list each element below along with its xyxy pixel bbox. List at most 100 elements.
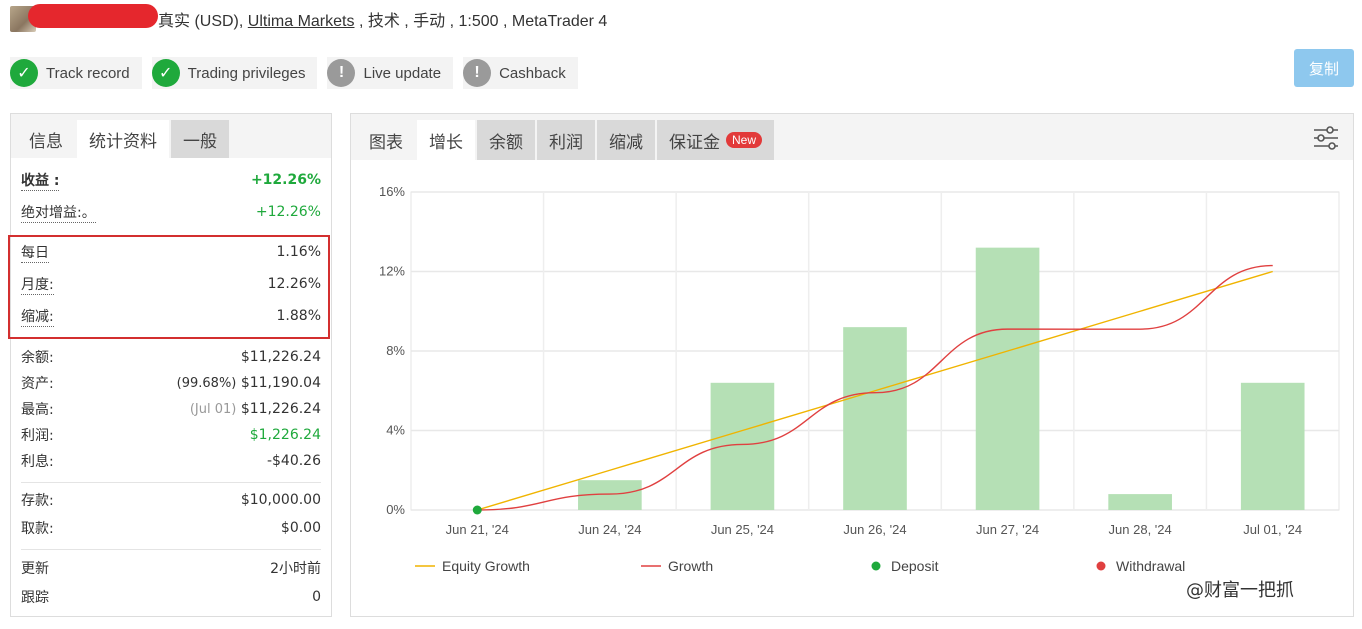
tab-margin[interactable]: 保证金 New [657,120,775,160]
check-icon: ✓ [151,59,180,87]
stats-panel: 信息 统计资料 一般 收益 : +12.26% 绝对增益:。 +12.26% 每… [8,113,332,617]
stat-label: 利润: [21,428,54,444]
y-tick-label: 0% [386,502,405,517]
legend-label: Growth [668,558,713,574]
stat-label: 跟踪 [21,590,49,606]
chart-tabs: 图表 增长 余额 利润 缩减 保证金 New [351,114,1353,160]
badge-live-update: ! Live update [327,57,454,89]
stat-updated: 更新 2小时前 [21,552,321,584]
stat-value: +12.26% [250,172,321,188]
stat-value: 2小时前 [270,561,321,577]
stat-label: 最高: [21,402,54,418]
y-tick-label: 16% [379,184,405,199]
tab-general[interactable]: 一般 [171,120,229,158]
copy-button[interactable]: 复制 [1294,49,1354,87]
growth-bar [1108,494,1172,510]
badge-label: Cashback [499,64,566,82]
stat-profit: 利润: $1,226.24 [21,422,321,448]
account-header: 真实 (USD), Ultima Markets , 技术 , 手动 , 1:5… [10,4,710,34]
tab-profit[interactable]: 利润 [537,120,595,160]
exclamation-icon: ! [463,59,492,87]
y-tick-label: 12% [379,264,405,279]
check-icon: ✓ [10,59,38,87]
tab-balance[interactable]: 余额 [477,120,535,160]
x-tick-label: Jul 01, '24 [1243,522,1302,537]
tab-info[interactable]: 信息 [17,120,75,158]
y-tick-label: 4% [386,423,405,438]
account-details: , 技术 , 手动 , 1:500 , MetaTrader 4 [358,13,608,30]
watermark: @财富一把抓 [1186,580,1294,601]
account-type: 真实 (USD), [158,13,244,30]
tab-drawdown[interactable]: 缩减 [597,120,655,160]
stat-label: 利息: [21,454,54,470]
stat-label: 余额: [21,350,54,366]
stat-value: $10,000.00 [240,492,321,508]
x-tick-label: Jun 25, '24 [711,522,774,537]
highest-date: (Jul 01) [189,402,237,417]
x-tick-label: Jun 27, '24 [976,522,1039,537]
tab-statistics[interactable]: 统计资料 [77,120,169,158]
status-badges: ✓ Track record ✓ Trading privileges ! Li… [10,57,578,89]
stats-list: 收益 : +12.26% 绝对增益:。 +12.26% 每日 1.16% 月度:… [11,164,331,610]
badge-label: Live update [363,64,442,82]
stat-deposits: 存款: $10,000.00 [21,485,321,515]
redacted-account-name [28,4,158,28]
account-info: 真实 (USD), Ultima Markets , 技术 , 手动 , 1:5… [158,7,607,31]
tab-growth[interactable]: 增长 [417,120,475,160]
growth-chart: 0% 4% 8% 12% 16% Jun 21, '24 Jun 24, '24 Jun 25… [379,184,1340,574]
stat-value: -$40.26 [266,453,321,469]
legend-dot-swatch [871,561,881,571]
stat-label: 资产: [21,376,54,392]
stat-value: (99.68%) $11,190.04 [177,375,321,391]
stat-tracking: 跟踪 0 [21,584,321,610]
divider [21,549,321,550]
equity-amount: $11,190.04 [240,375,321,391]
badge-label: Trading privileges [187,64,306,82]
exclamation-icon: ! [327,59,356,87]
badge-trading-privileges: ✓ Trading privileges [151,57,318,89]
stat-value: (Jul 01) $11,226.24 [190,401,321,417]
stat-withdrawals: 取款: $0.00 [21,515,321,541]
stat-label: 更新 [21,561,49,577]
x-tick-label: Jun 24, '24 [578,522,641,537]
stat-label: 收益 : [21,170,60,191]
stat-label: 绝对增益:。 [21,202,96,223]
y-tick-label: 8% [386,343,405,358]
stat-value: +12.26% [255,204,321,220]
highlight-box [8,235,330,339]
stat-highest: 最高: (Jul 01) $11,226.24 [21,396,321,422]
legend-label: Deposit [891,558,939,574]
tab-margin-label: 保证金 [669,132,720,153]
stat-equity: 资产: (99.68%) $11,190.04 [21,370,321,396]
stat-label: 取款: [21,521,54,537]
legend-dot-swatch [1096,561,1106,571]
settings-sliders-icon[interactable] [1313,126,1339,150]
badge-cashback: ! Cashback [463,57,578,89]
chart-panel: 图表 增长 余额 利润 缩减 保证金 New 0% 4% 8% 12% 16% Jun 2… [350,113,1354,617]
stat-interest: 利息: -$40.26 [21,448,321,474]
x-tick-label: Jun 26, '24 [843,522,906,537]
legend-label: Equity Growth [442,558,530,574]
new-badge: New [726,132,763,148]
equity-percent: (99.68%) [176,376,237,391]
highest-amount: $11,226.24 [240,401,321,417]
tab-chart[interactable]: 图表 [357,120,415,160]
stat-value: $1,226.24 [249,427,321,443]
deposit-marker [472,505,482,515]
broker-link[interactable]: Ultima Markets [248,13,355,30]
x-tick-label: Jun 28, '24 [1109,522,1172,537]
growth-bar [975,247,1040,510]
legend-label: Withdrawal [1116,558,1185,574]
growth-bar [843,327,907,510]
stat-value: 0 [312,589,321,605]
stat-absolute-gain: 绝对增益:。 +12.26% [21,196,321,228]
stat-value: $11,226.24 [240,349,321,365]
growth-bar [1240,382,1305,510]
divider [21,482,321,483]
stats-tabs: 信息 统计资料 一般 [11,114,331,158]
badge-label: Track record [46,64,130,82]
stat-value: $0.00 [280,520,321,536]
stat-gain: 收益 : +12.26% [21,164,321,196]
stat-label: 存款: [21,493,54,509]
stat-balance: 余额: $11,226.24 [21,344,321,370]
